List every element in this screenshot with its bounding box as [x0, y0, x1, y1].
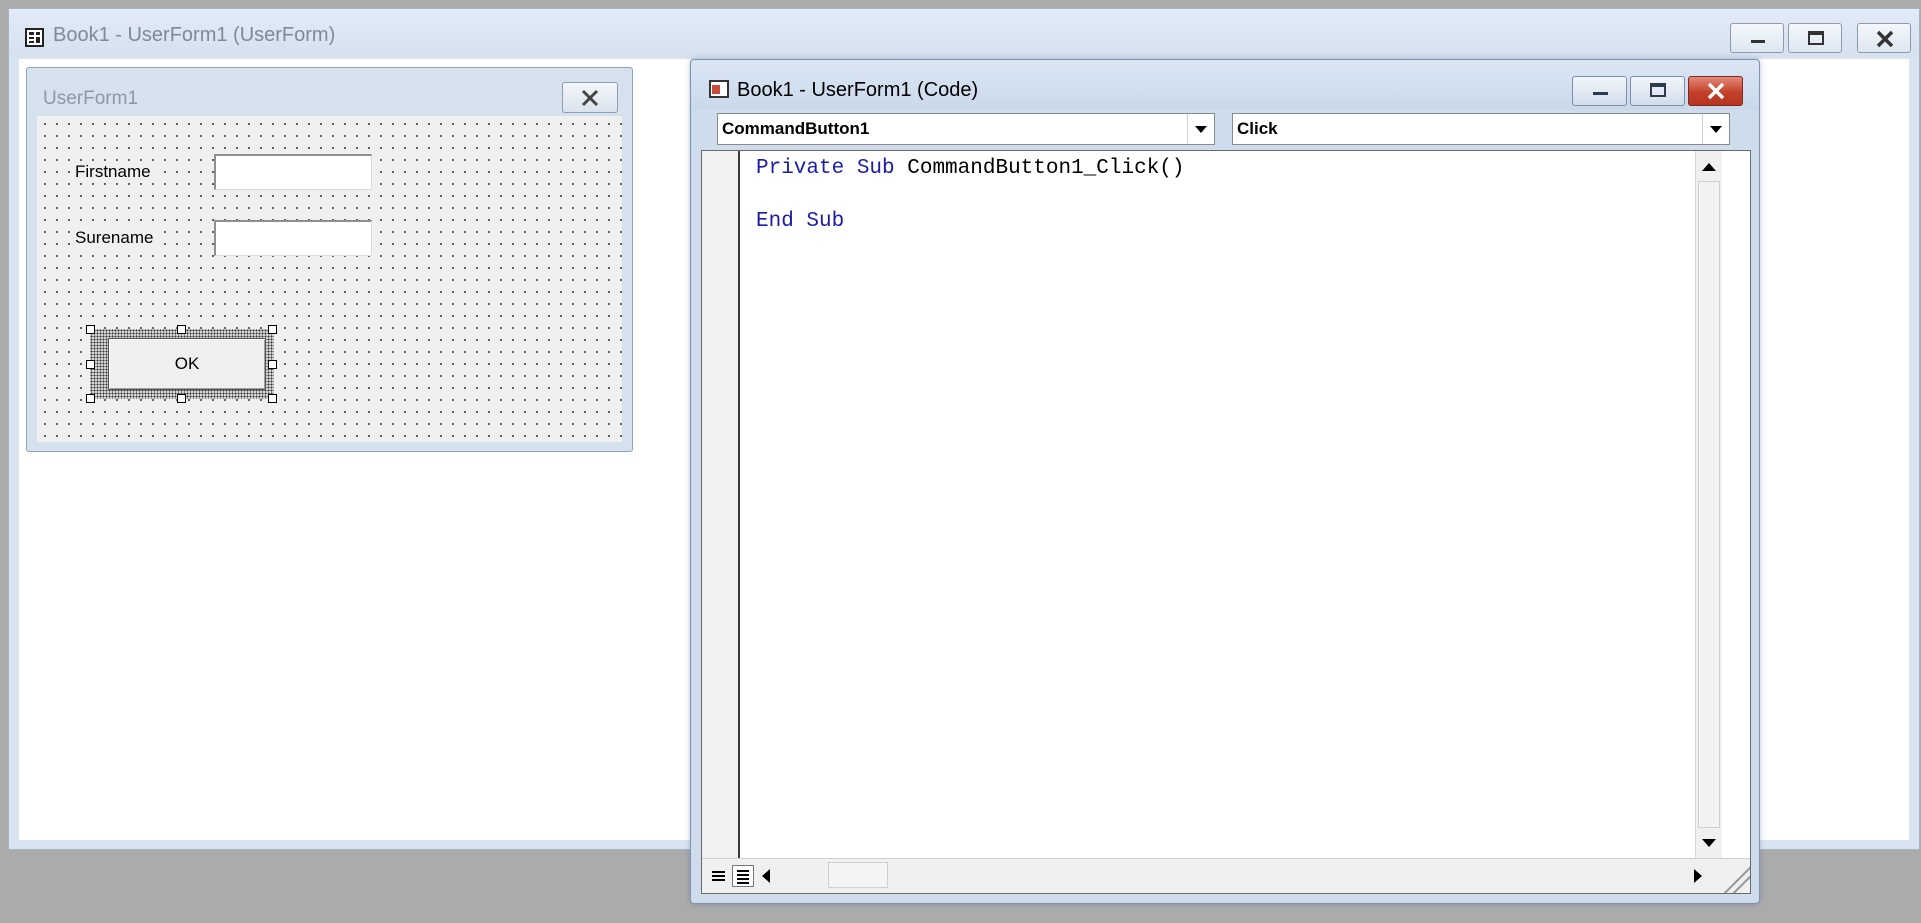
maximize-icon: [1808, 31, 1824, 45]
code-maximize-button[interactable]: [1630, 76, 1685, 106]
scroll-right-arrow-icon[interactable]: [1694, 869, 1702, 883]
code-line[interactable]: Private Sub CommandButton1_Click(): [756, 157, 1185, 180]
scroll-up-arrow-icon[interactable]: [1702, 163, 1716, 171]
resize-handle-sw[interactable]: [86, 394, 95, 403]
resize-handle-nw[interactable]: [86, 325, 95, 334]
code-minimize-button[interactable]: [1572, 76, 1627, 106]
surename-textbox[interactable]: [214, 220, 372, 256]
resize-handle-ne[interactable]: [268, 325, 277, 334]
vertical-scroll-thumb[interactable]: [1698, 181, 1720, 828]
userform-icon: [25, 28, 44, 47]
code-window: Book1 - UserForm1 (Code) CommandButton1 …: [690, 59, 1760, 904]
horizontal-scroll-thumb[interactable]: [828, 862, 888, 888]
code-editor[interactable]: Private Sub CommandButton1_Click() End S…: [740, 151, 1722, 859]
code-text: CommandButton1_Click(): [907, 157, 1185, 180]
firstname-textbox[interactable]: [214, 154, 372, 190]
maximize-button[interactable]: [1788, 23, 1842, 53]
maximize-icon: [1650, 83, 1666, 97]
scroll-left-arrow-icon[interactable]: [762, 869, 770, 883]
keyword: Private: [756, 157, 845, 180]
code-window-title: Book1 - UserForm1 (Code): [737, 79, 979, 101]
procedure-combo-value: Click: [1237, 119, 1278, 138]
code-window-icon: [709, 80, 729, 98]
close-icon: [1707, 82, 1725, 100]
horizontal-scrollbar[interactable]: [754, 859, 1712, 893]
minimize-icon: [1751, 40, 1765, 43]
chevron-down-icon[interactable]: [1187, 114, 1214, 144]
minimize-icon: [1593, 92, 1608, 95]
code-titlebar[interactable]: Book1 - UserForm1 (Code): [691, 60, 1759, 110]
close-icon: [1876, 30, 1894, 48]
scroll-down-arrow-icon[interactable]: [1702, 839, 1716, 847]
userform-title: UserForm1: [43, 88, 139, 109]
vertical-scrollbar[interactable]: [1695, 151, 1722, 859]
resize-handle-w[interactable]: [86, 360, 95, 369]
object-combo-value: CommandButton1: [722, 119, 870, 138]
size-grip-icon[interactable]: [1724, 859, 1750, 893]
userform-designer[interactable]: UserForm1 Firstname Surename OK: [26, 67, 633, 452]
userform-close-button[interactable]: [562, 82, 618, 113]
object-combo[interactable]: CommandButton1: [717, 113, 1215, 145]
resize-handle-s[interactable]: [177, 394, 186, 403]
code-close-button[interactable]: [1688, 76, 1743, 106]
outer-titlebar[interactable]: Book1 - UserForm1 (UserForm): [9, 9, 1919, 57]
window-title: Book1 - UserForm1 (UserForm): [53, 24, 336, 46]
resize-handle-n[interactable]: [177, 325, 186, 334]
procedure-view-button[interactable]: [708, 865, 730, 887]
close-icon: [581, 89, 599, 107]
ok-button[interactable]: OK: [108, 338, 266, 390]
margin-indicator-bar[interactable]: [702, 151, 740, 859]
firstname-label[interactable]: Firstname: [71, 162, 155, 182]
keyword: Sub: [856, 157, 895, 180]
resize-handle-e[interactable]: [268, 360, 277, 369]
surename-label[interactable]: Surename: [71, 228, 158, 248]
resize-handle-se[interactable]: [268, 394, 277, 403]
minimize-button[interactable]: [1730, 23, 1784, 53]
code-bottom-bar: [702, 858, 1750, 893]
code-line[interactable]: End Sub: [756, 210, 844, 233]
keyword: End: [756, 210, 794, 233]
procedure-combo[interactable]: Click: [1232, 113, 1730, 145]
close-button[interactable]: [1857, 23, 1911, 53]
chevron-down-icon[interactable]: [1702, 114, 1729, 144]
full-module-view-button[interactable]: [732, 865, 754, 887]
keyword: Sub: [806, 210, 845, 233]
code-pane: Private Sub CommandButton1_Click() End S…: [701, 150, 1751, 894]
